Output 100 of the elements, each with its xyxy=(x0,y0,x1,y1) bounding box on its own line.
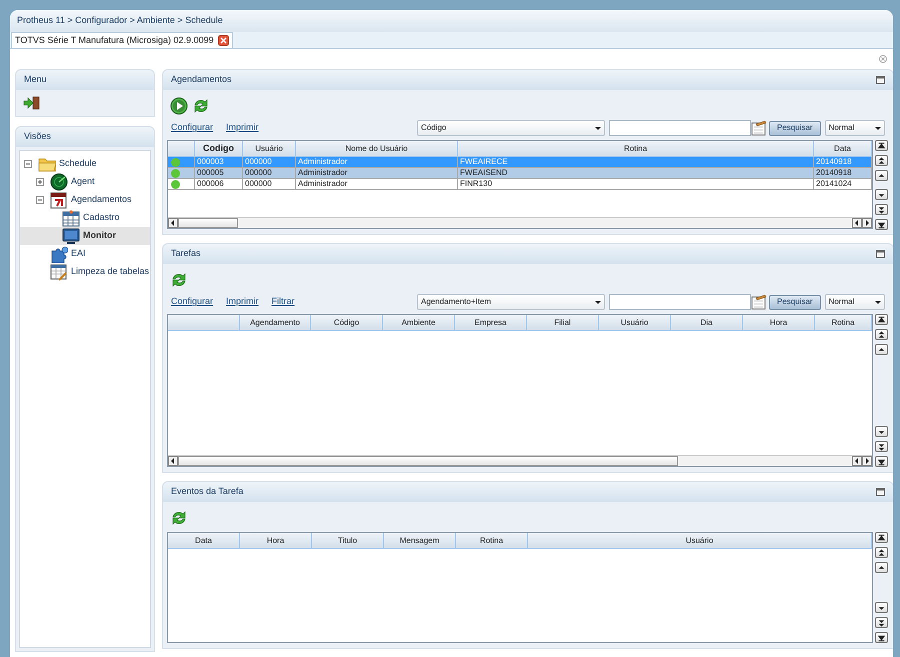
scroll-left-icon[interactable] xyxy=(168,218,178,228)
column-header[interactable]: Dia xyxy=(671,315,743,330)
page-up-button[interactable] xyxy=(875,155,888,166)
tree-item[interactable]: Cadastro xyxy=(20,209,150,227)
column-header[interactable]: Rotina xyxy=(458,141,814,156)
first-button[interactable] xyxy=(875,314,888,325)
scroll-right-icon[interactable] xyxy=(862,218,872,228)
link[interactable]: Configurar xyxy=(171,295,214,309)
minimize-icon[interactable] xyxy=(876,488,885,496)
caret-icon[interactable] xyxy=(874,126,882,130)
collapse-icon[interactable] xyxy=(36,196,44,204)
column-header[interactable]: Mensagem xyxy=(384,533,456,548)
radar-icon[interactable] xyxy=(50,173,68,191)
tree-item[interactable]: EAI xyxy=(20,245,150,263)
order-dropdown[interactable]: Agendamento+Item xyxy=(417,294,605,310)
up-button[interactable] xyxy=(875,344,888,355)
notepad-icon[interactable] xyxy=(751,120,767,136)
page-down-button[interactable] xyxy=(875,441,888,452)
table-cell: 20141024 xyxy=(814,179,872,189)
column-header[interactable]: Filial xyxy=(527,315,599,330)
column-header[interactable]: Usuário xyxy=(243,141,296,156)
search-button[interactable]: Pesquisar xyxy=(769,294,821,310)
close-icon[interactable] xyxy=(218,35,229,46)
page-up-button[interactable] xyxy=(875,547,888,558)
calendar-icon[interactable] xyxy=(50,191,68,209)
column-header[interactable]: Rotina xyxy=(456,533,528,548)
page-down-button[interactable] xyxy=(875,204,888,215)
link[interactable]: Imprimir xyxy=(226,121,259,135)
column-header[interactable]: Empresa xyxy=(455,315,527,330)
link[interactable]: Filtrar xyxy=(272,295,295,309)
column-header[interactable]: Nome do Usuário xyxy=(296,141,458,156)
monitor-icon[interactable] xyxy=(62,227,80,245)
column-header[interactable]: Hora xyxy=(743,315,815,330)
table-row[interactable]: 000006 000000 Administrador FINR130 20141024 xyxy=(168,179,872,190)
tree-item[interactable]: Limpeza de tabelas xyxy=(20,263,150,281)
panel-title: Agendamentos xyxy=(171,73,232,86)
refresh-icon[interactable] xyxy=(170,509,188,527)
table-icon[interactable] xyxy=(50,263,68,281)
minimize-icon[interactable] xyxy=(876,76,885,84)
first-button[interactable] xyxy=(875,532,888,543)
caret-icon[interactable] xyxy=(594,300,602,304)
search-field[interactable] xyxy=(609,120,751,136)
mode-dropdown[interactable]: Normal xyxy=(824,294,885,310)
expand-icon[interactable] xyxy=(36,178,44,186)
column-header[interactable]: Data xyxy=(814,141,872,156)
scroll-left-icon[interactable] xyxy=(852,218,862,228)
page-up-button[interactable] xyxy=(875,329,888,340)
table-cell: 000005 xyxy=(195,168,243,178)
horizontal-scrollbar[interactable] xyxy=(168,455,872,466)
horizontal-scrollbar[interactable] xyxy=(168,217,872,228)
close-icon[interactable] xyxy=(879,55,887,63)
tree-item[interactable]: Agendamentos xyxy=(20,191,150,209)
last-button[interactable] xyxy=(875,219,888,230)
tree-item[interactable]: Monitor xyxy=(20,227,150,245)
minimize-icon[interactable] xyxy=(876,250,885,258)
order-dropdown[interactable]: Código xyxy=(417,120,605,136)
table-icon[interactable] xyxy=(62,209,80,227)
page-down-button[interactable] xyxy=(875,617,888,628)
link[interactable]: Configurar xyxy=(171,121,214,135)
scroll-left-icon[interactable] xyxy=(852,456,862,466)
scrollbar-thumb[interactable] xyxy=(178,456,678,466)
down-button[interactable] xyxy=(875,426,888,437)
mode-dropdown[interactable]: Normal xyxy=(824,120,885,136)
scroll-right-icon[interactable] xyxy=(862,456,872,466)
refresh-icon[interactable] xyxy=(170,271,188,289)
scrollbar-thumb[interactable] xyxy=(178,218,238,228)
tab[interactable]: TOTVS Série T Manufatura (Microsiga) 02.9.0099 xyxy=(11,32,233,48)
first-button[interactable] xyxy=(875,140,888,151)
notepad-icon[interactable] xyxy=(751,294,767,310)
table-row[interactable]: 000005 000000 Administrador FWEAISEND 20140918 xyxy=(168,168,872,179)
column-header[interactable]: Codigo xyxy=(195,141,243,156)
exit-door-icon[interactable] xyxy=(23,96,40,110)
collapse-icon[interactable] xyxy=(24,160,32,168)
column-header[interactable]: Titulo xyxy=(312,533,384,548)
tree-item[interactable]: Agent xyxy=(20,173,150,191)
caret-icon[interactable] xyxy=(874,300,882,304)
down-button[interactable] xyxy=(875,602,888,613)
puzzle-icon[interactable] xyxy=(50,245,68,263)
last-button[interactable] xyxy=(875,632,888,643)
link[interactable]: Imprimir xyxy=(226,295,259,309)
caret-icon[interactable] xyxy=(594,126,602,130)
column-header[interactable]: Rotina xyxy=(815,315,872,330)
up-button[interactable] xyxy=(875,170,888,181)
up-button[interactable] xyxy=(875,562,888,573)
column-header[interactable]: Ambiente xyxy=(383,315,455,330)
down-button[interactable] xyxy=(875,189,888,200)
refresh-icon[interactable] xyxy=(192,97,210,115)
column-header[interactable]: Agendamento xyxy=(240,315,311,330)
play-icon[interactable] xyxy=(170,97,188,115)
column-header[interactable]: Código xyxy=(311,315,383,330)
last-button[interactable] xyxy=(875,456,888,467)
column-header[interactable]: Usuário xyxy=(599,315,671,330)
column-header[interactable]: Hora xyxy=(240,533,312,548)
scroll-left-icon[interactable] xyxy=(168,456,178,466)
column-header[interactable]: Usuário xyxy=(528,533,872,548)
search-field[interactable] xyxy=(609,294,751,310)
tree-item[interactable]: Schedule xyxy=(20,155,150,173)
column-header[interactable]: Data xyxy=(168,533,240,548)
table-cell: 000000 xyxy=(243,168,296,178)
search-button[interactable]: Pesquisar xyxy=(769,120,821,136)
